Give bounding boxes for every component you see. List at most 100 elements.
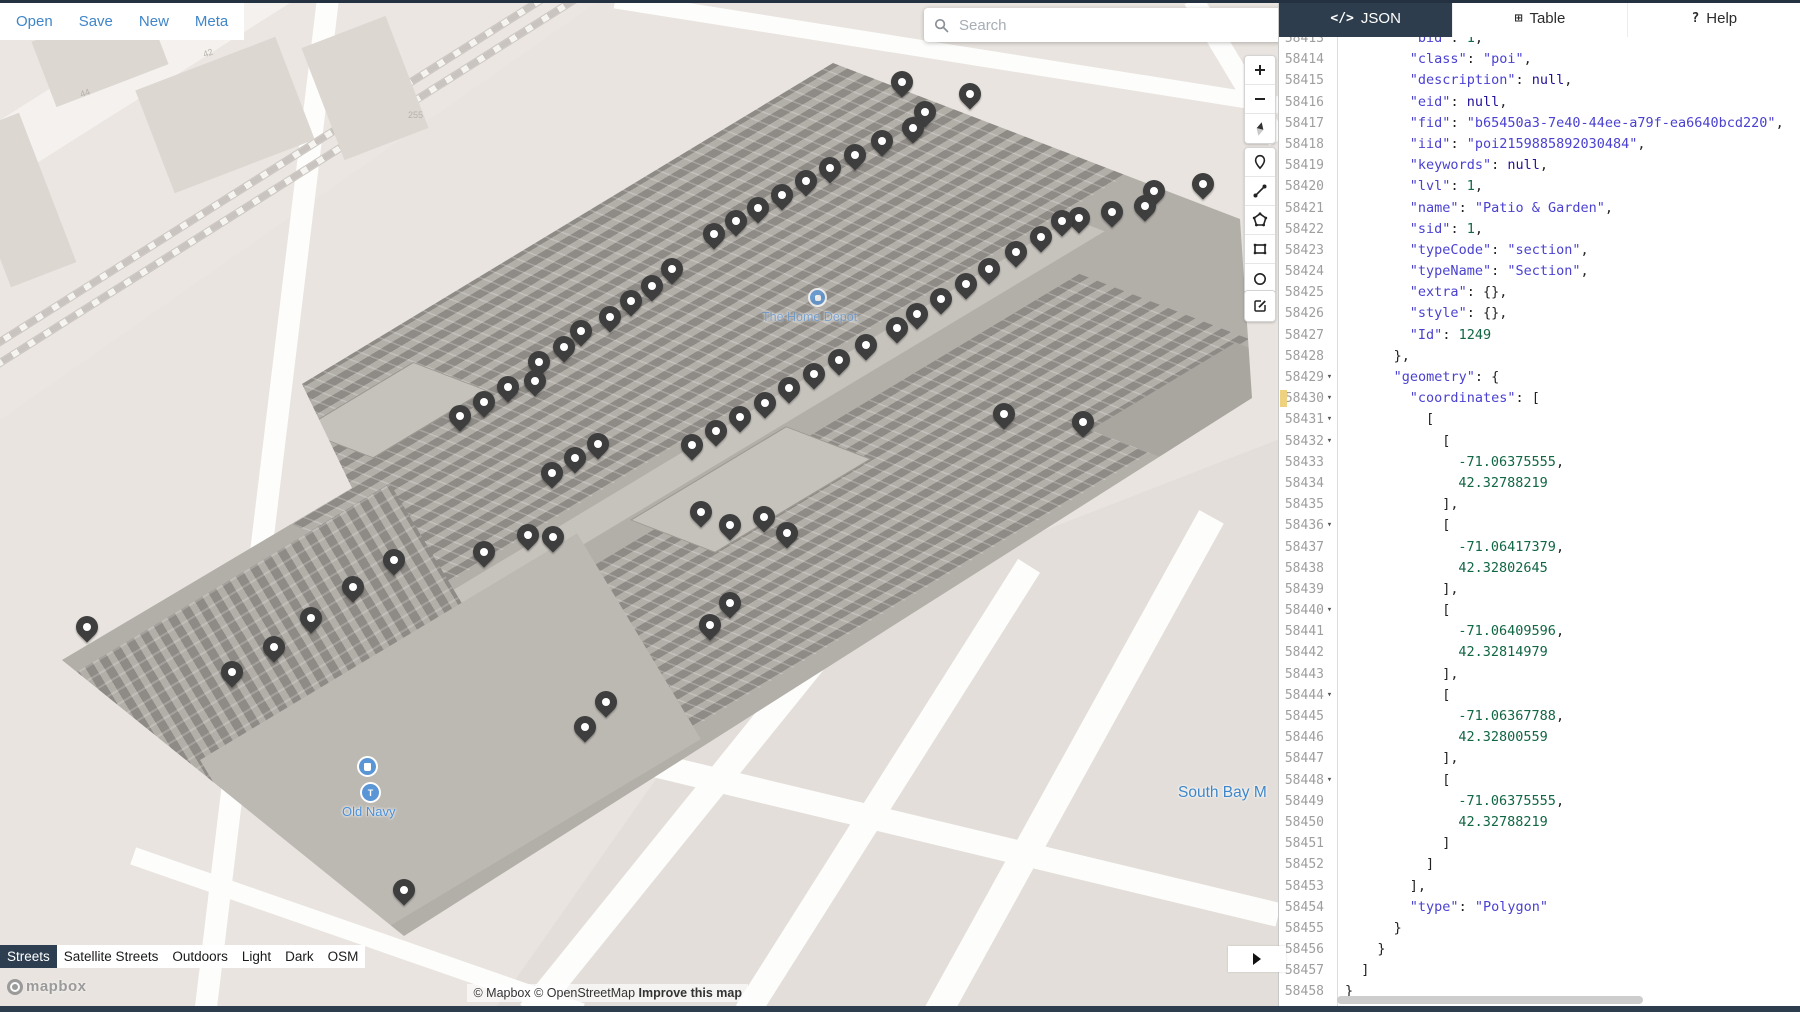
code-line: 58427 "Id": 1249: [1279, 325, 1800, 346]
line-number: 58448: [1284, 772, 1324, 788]
code-text: 42.32802645: [1458, 559, 1548, 576]
draw-line-button[interactable]: [1245, 177, 1275, 206]
menu-item-open[interactable]: Open: [16, 13, 53, 30]
gutter-cell: 58447: [1279, 748, 1337, 769]
zoom-controls: [1244, 55, 1276, 144]
search-input[interactable]: [957, 15, 1278, 35]
map-pin[interactable]: [1187, 168, 1219, 200]
compass-button[interactable]: [1245, 114, 1275, 143]
code-line: 58433 -71.06375555,: [1279, 452, 1800, 473]
line-number: 58456: [1284, 942, 1324, 958]
fold-arrow-icon[interactable]: ▾: [1324, 515, 1335, 536]
code-text: "class": "poi",: [1409, 51, 1532, 68]
draw-polygon-button[interactable]: [1245, 206, 1275, 235]
fold-arrow-icon[interactable]: ▾: [1324, 685, 1335, 706]
gutter-cell: 58429 ▾: [1279, 367, 1337, 388]
style-option-satellite-streets[interactable]: Satellite Streets: [57, 945, 166, 968]
code-text: ],: [1409, 877, 1427, 894]
line-number: 58436: [1284, 518, 1324, 534]
editor-horizontal-scrollbar[interactable]: [1337, 996, 1643, 1004]
fold-arrow-icon[interactable]: ▾: [1324, 431, 1335, 452]
code-line: 58435],: [1279, 494, 1800, 515]
fold-arrow-icon[interactable]: ▾: [1324, 409, 1335, 430]
code-text: ],: [1442, 750, 1459, 767]
improve-map-link[interactable]: Improve this map: [639, 986, 743, 1000]
fold-arrow-icon[interactable]: ▾: [1324, 600, 1335, 621]
fold-arrow-icon[interactable]: ▾: [1324, 388, 1335, 409]
code-line: 58413 "bid": 1,: [1279, 37, 1800, 49]
gutter-cell: 58455: [1279, 918, 1337, 939]
code-text: [: [1442, 771, 1451, 788]
draw-marker-button[interactable]: [1245, 148, 1275, 177]
menu-item-new[interactable]: New: [139, 13, 169, 30]
code-text: [: [1442, 517, 1451, 534]
line-number: 58414: [1284, 52, 1324, 68]
draw-tools: [1244, 147, 1276, 294]
polygon-icon: [1252, 212, 1268, 227]
style-option-streets[interactable]: Streets: [0, 945, 57, 968]
gutter-cell: 58433: [1279, 452, 1337, 473]
code-line: 58440 ▾ [: [1279, 600, 1800, 621]
mapbox-logo[interactable]: mapbox: [7, 978, 87, 995]
line-number: 58445: [1284, 709, 1324, 724]
edit-features-button[interactable]: [1245, 291, 1275, 321]
code-icon: </>: [1330, 11, 1354, 26]
polyline-icon: [1253, 184, 1267, 198]
gutter-cell: 58413: [1279, 37, 1337, 49]
attribution-text[interactable]: © Mapbox © OpenStreetMap: [473, 986, 638, 1000]
draw-circle-button[interactable]: [1245, 264, 1275, 293]
code-text: "Id": 1249: [1409, 326, 1492, 343]
code-line: 58439],: [1279, 579, 1800, 600]
gutter-cell: 58438: [1279, 558, 1337, 579]
line-number: 58450: [1284, 814, 1324, 830]
tab-json[interactable]: </> JSON: [1279, 0, 1453, 37]
code-line: 58456}: [1279, 939, 1800, 960]
old-navy-label: Old Navy: [342, 804, 396, 819]
fold-arrow-icon[interactable]: ▾: [1324, 367, 1335, 388]
code-text: [: [1442, 432, 1451, 449]
tab-table[interactable]: ⊞ Table: [1452, 0, 1627, 37]
gutter-cell: 58434: [1279, 473, 1337, 494]
line-number: 58435: [1284, 497, 1324, 513]
gutter-cell: 58454: [1279, 897, 1337, 918]
line-number: 58420: [1284, 179, 1324, 195]
style-option-outdoors[interactable]: Outdoors: [165, 945, 235, 968]
map-pin[interactable]: [954, 78, 986, 110]
map-canvas[interactable]: 42 44 255 The Home Depot T Old Navy Sout…: [0, 0, 1278, 1012]
map-pin[interactable]: [71, 611, 103, 643]
json-editor[interactable]: 58413 "bid": 1, 58414 "class": "poi", 58415 "…: [1279, 37, 1800, 1006]
code-text: -71.06409596,: [1458, 623, 1565, 640]
gutter-cell: 58423: [1279, 240, 1337, 261]
style-option-osm[interactable]: OSM: [321, 945, 366, 968]
code-line: 58418 "iid": "poi2159885892030484",: [1279, 134, 1800, 155]
lot-number-label: 255: [408, 110, 424, 120]
edit-icon: [1254, 300, 1266, 312]
menu-item-save[interactable]: Save: [79, 13, 113, 30]
fold-arrow-icon[interactable]: ▾: [1324, 770, 1335, 791]
gutter-cell: 58416: [1279, 92, 1337, 113]
panel-collapse-button[interactable]: [1228, 946, 1286, 972]
code-line: 58451]: [1279, 833, 1800, 854]
tab-label: Table: [1529, 10, 1566, 27]
menu-item-meta[interactable]: Meta: [195, 13, 228, 30]
gutter-cell: 58437: [1279, 537, 1337, 558]
gutter-cell: 58457: [1279, 960, 1337, 981]
draw-rectangle-button[interactable]: [1245, 235, 1275, 264]
code-text: "fid": "b65450a3-7e40-44ee-a79f-ea6640bc…: [1409, 114, 1784, 131]
mapbox-logo-icon: [7, 978, 23, 995]
panel-tabs: </> JSON ⊞ Table? Help: [1279, 0, 1800, 37]
code-line: 58452]: [1279, 854, 1800, 875]
zoom-in-button[interactable]: [1245, 56, 1275, 85]
style-option-dark[interactable]: Dark: [278, 945, 321, 968]
code-text: -71.06367788,: [1458, 708, 1565, 724]
play-arrow-icon: [1253, 953, 1261, 965]
code-line: 58441 -71.06409596,: [1279, 621, 1800, 642]
line-number: 58421: [1284, 200, 1324, 216]
code-text: "keywords": null,: [1409, 157, 1548, 174]
line-number: 58423: [1284, 242, 1324, 258]
code-text: 42.32788219: [1458, 813, 1548, 830]
style-option-light[interactable]: Light: [235, 945, 278, 968]
tab-help[interactable]: ? Help: [1626, 0, 1800, 37]
zoom-out-button[interactable]: [1245, 85, 1275, 114]
gutter-cell: 58446: [1279, 727, 1337, 748]
